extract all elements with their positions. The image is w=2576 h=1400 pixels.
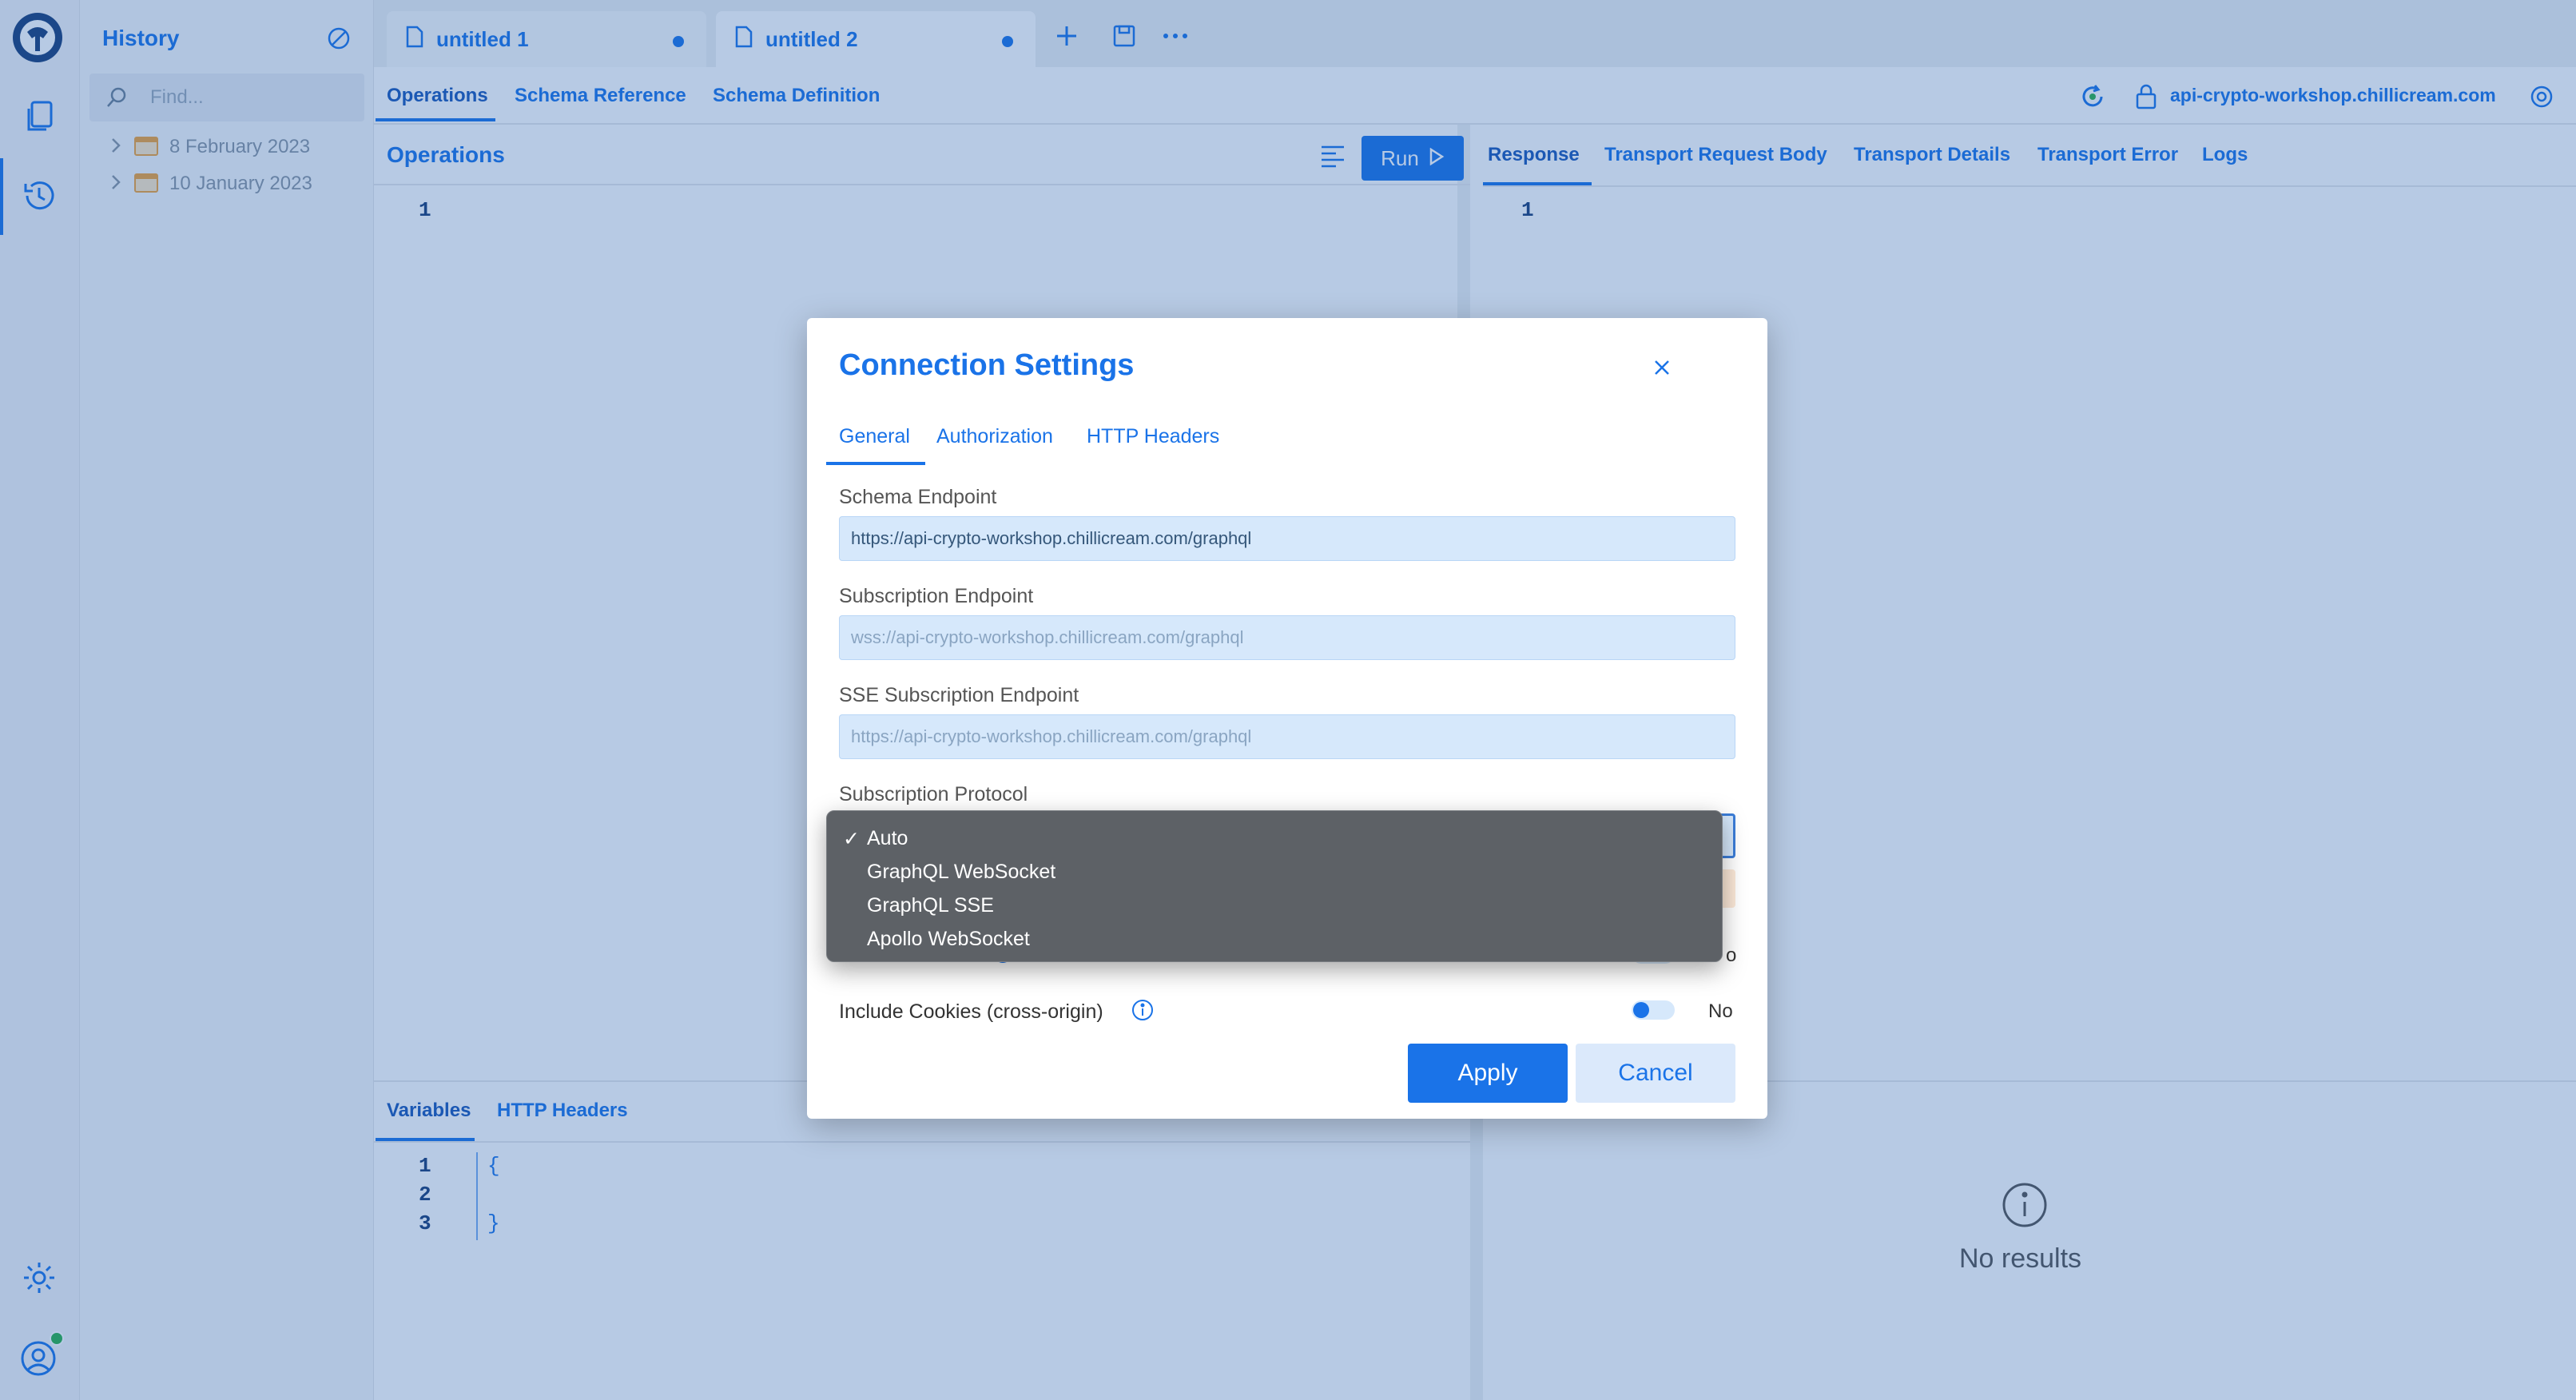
option-apollo-websocket[interactable]: Apollo WebSocket	[867, 928, 1030, 951]
subscription-protocol-label: Subscription Protocol	[839, 783, 1028, 805]
tab-general[interactable]: General	[839, 425, 910, 448]
include-cookies-toggle[interactable]	[1632, 1000, 1675, 1020]
subscription-endpoint-field[interactable]: wss://api-crypto-workshop.chillicream.co…	[839, 615, 1735, 660]
schema-endpoint-field[interactable]: https://api-crypto-workshop.chillicream.…	[839, 516, 1735, 561]
tab-http-headers[interactable]: HTTP Headers	[1087, 425, 1219, 448]
subscription-protocol-dropdown: ✓ Auto GraphQL WebSocket GraphQL SSE Apo…	[826, 810, 1723, 962]
subscription-endpoint-label: Subscription Endpoint	[839, 585, 1034, 607]
close-icon[interactable]	[1646, 352, 1678, 384]
dialog-title: Connection Settings	[839, 348, 1135, 382]
app-window: History Find... 8 February 2023 10 Janua…	[0, 0, 2576, 1400]
sse-endpoint-field[interactable]: https://api-crypto-workshop.chillicream.…	[839, 714, 1735, 759]
connection-settings-dialog: Connection Settings General Authorizatio…	[807, 318, 1767, 1119]
info-icon[interactable]	[1131, 999, 1154, 1025]
include-cookies-label: Include Cookies (cross-origin)	[839, 1000, 1103, 1023]
option-graphql-sse[interactable]: GraphQL SSE	[867, 894, 994, 917]
hidden-toggle-value: o	[1726, 945, 1737, 966]
schema-endpoint-label: Schema Endpoint	[839, 486, 997, 508]
option-auto[interactable]: Auto	[867, 827, 908, 850]
include-cookies-value: No	[1708, 1000, 1733, 1022]
checkmark-icon: ✓	[843, 828, 860, 850]
cancel-button[interactable]: Cancel	[1576, 1044, 1735, 1103]
active-tab-underline	[826, 462, 925, 465]
apply-button[interactable]: Apply	[1408, 1044, 1568, 1103]
sse-endpoint-label: SSE Subscription Endpoint	[839, 684, 1079, 706]
option-graphql-websocket[interactable]: GraphQL WebSocket	[867, 861, 1055, 884]
tab-authorization[interactable]: Authorization	[936, 425, 1053, 448]
